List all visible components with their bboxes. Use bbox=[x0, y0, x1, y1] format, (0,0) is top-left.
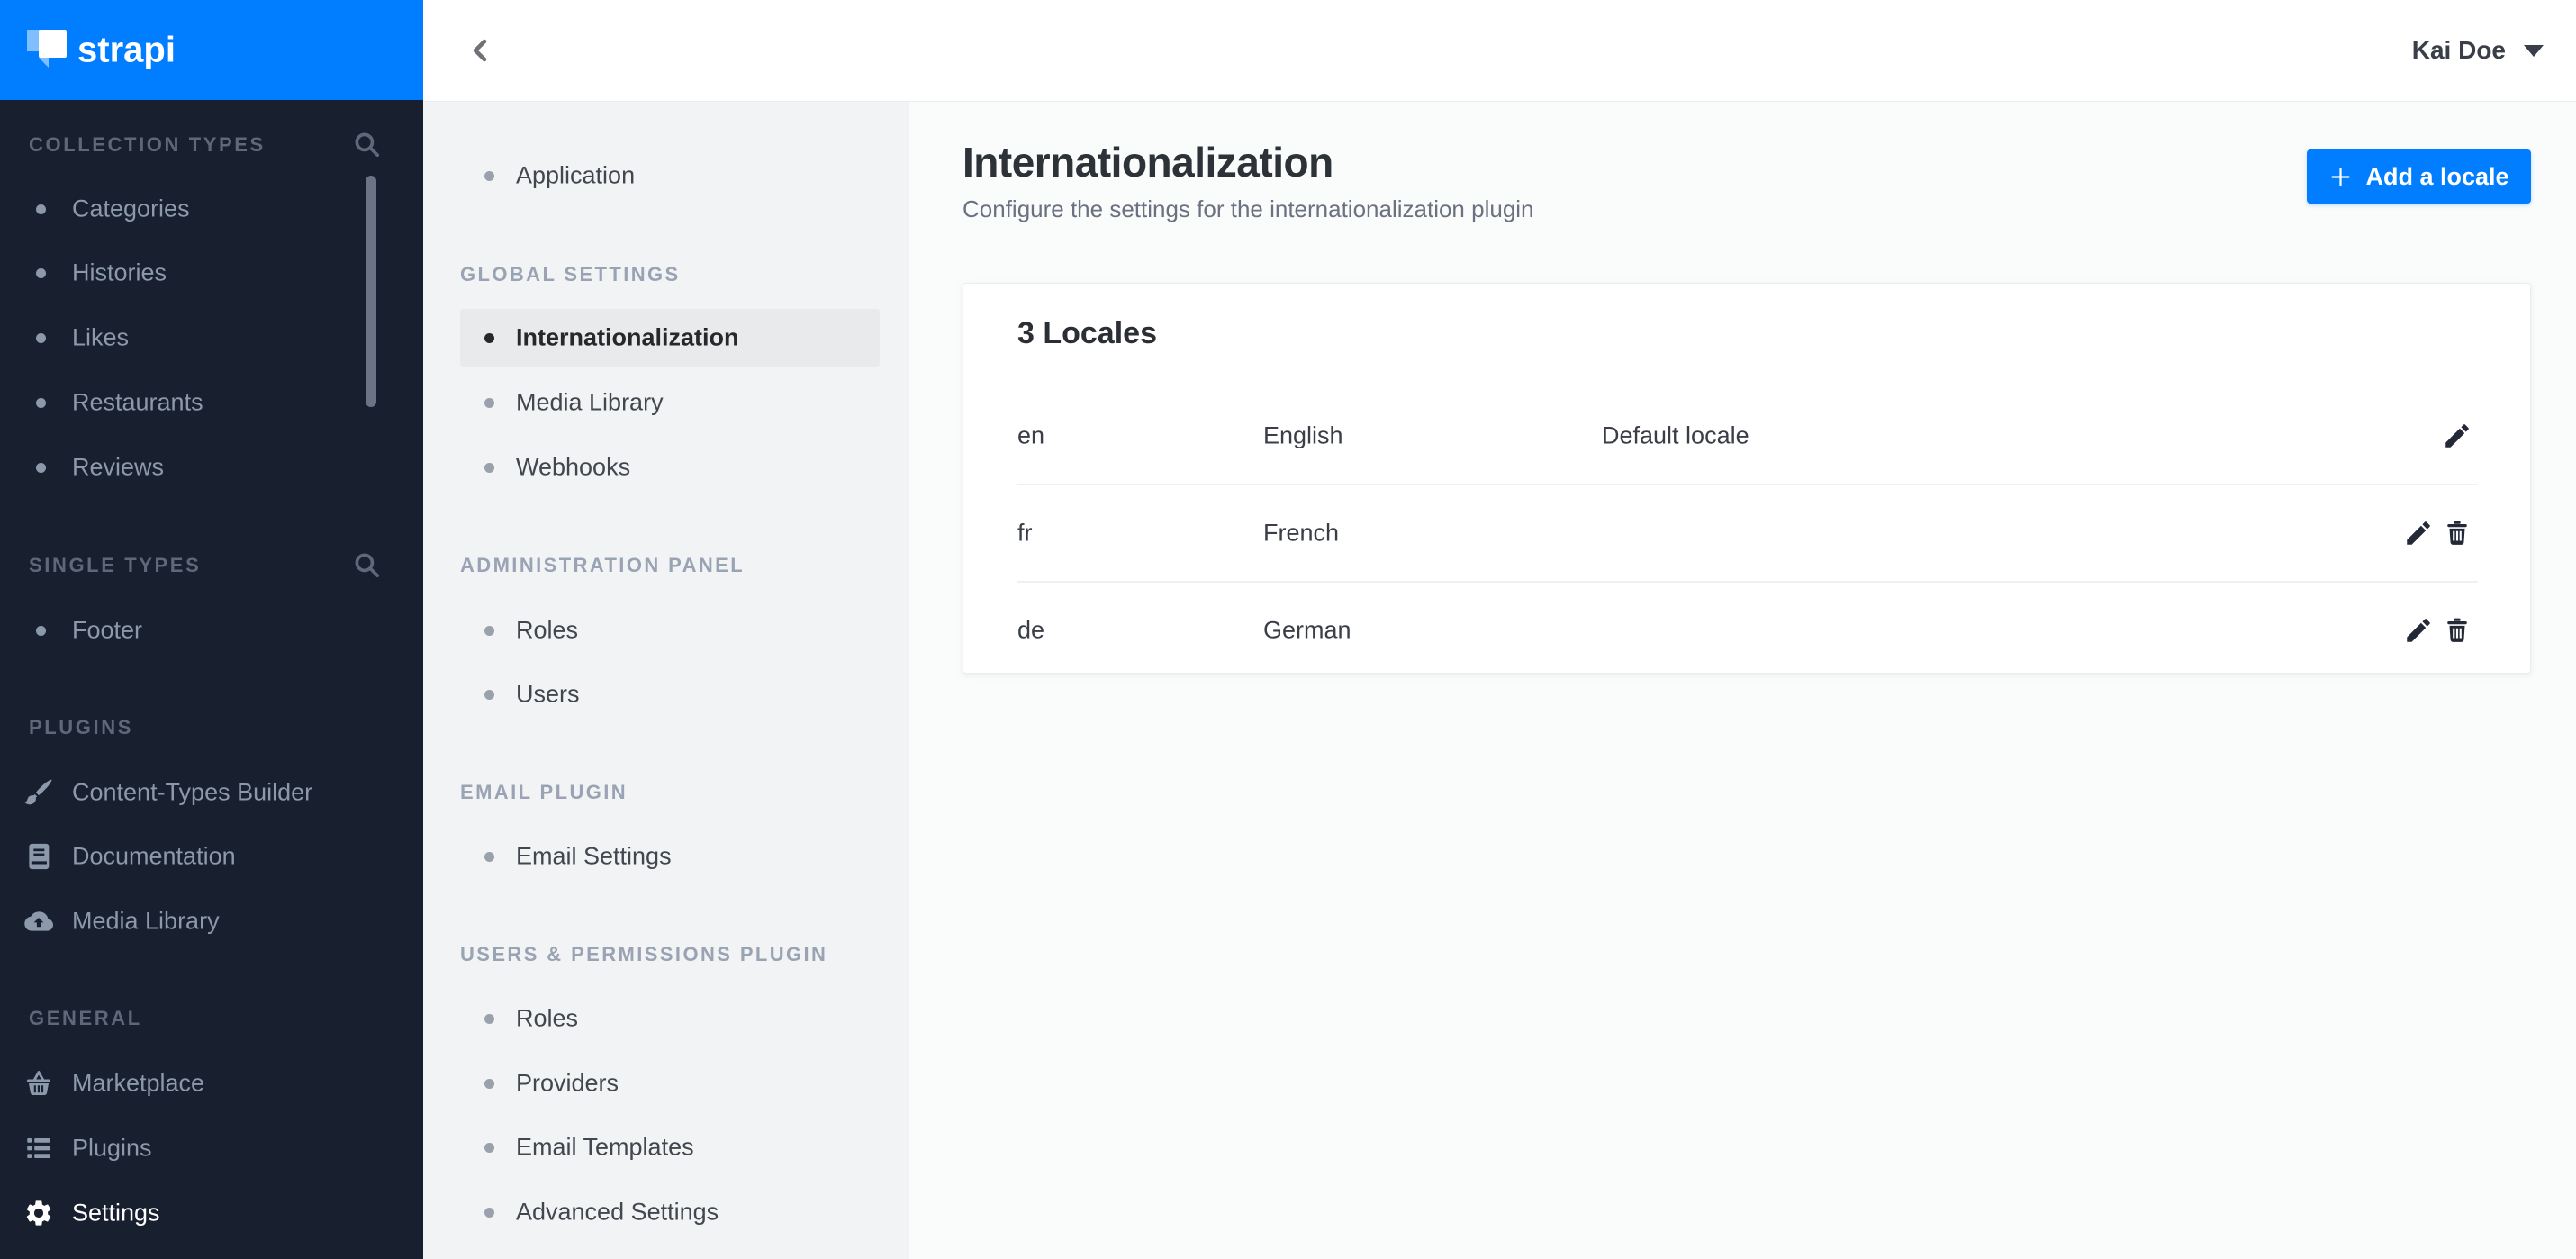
settings-nav-email-templates[interactable]: Email Templates bbox=[423, 1128, 909, 1167]
locales-card-title: 3 Locales bbox=[1017, 316, 1157, 350]
strapi-admin-window: strapi COLLECTION TYPES Categories Histo… bbox=[0, 0, 2576, 1259]
sidebar-item-content-types-builder[interactable]: Content-Types Builder bbox=[0, 773, 423, 812]
caret-down-icon bbox=[2524, 44, 2544, 57]
bullet-dot bbox=[484, 689, 494, 700]
bullet-dot bbox=[484, 170, 494, 181]
settings-group-users-permissions-plugin: USERS & PERMISSIONS PLUGIN bbox=[460, 943, 828, 965]
strapi-logo[interactable]: strapi bbox=[0, 0, 423, 100]
section-header-general: GENERAL bbox=[29, 1007, 142, 1029]
list-icon bbox=[23, 1133, 54, 1164]
bullet-dot bbox=[484, 1142, 494, 1153]
settings-group-email-plugin: EMAIL PLUGIN bbox=[460, 781, 628, 803]
locale-code: de bbox=[1017, 616, 1045, 644]
bullet-dot bbox=[36, 462, 46, 473]
settings-nav-webhooks[interactable]: Webhooks bbox=[423, 448, 909, 487]
locale-name: English bbox=[1263, 421, 1343, 449]
row-divider bbox=[1017, 581, 2478, 583]
sidebar-scrollbar[interactable] bbox=[366, 176, 376, 407]
main-content: Internationalization Configure the setti… bbox=[909, 102, 2576, 1259]
sidebar-item-reviews[interactable]: Reviews bbox=[0, 448, 423, 487]
locale-name: French bbox=[1263, 519, 1340, 547]
settings-nav-email-settings[interactable]: Email Settings bbox=[423, 837, 909, 876]
bullet-dot bbox=[484, 332, 494, 343]
sidebar-item-plugins[interactable]: Plugins bbox=[0, 1128, 423, 1168]
bullet-dot bbox=[484, 1207, 494, 1218]
locale-row-de: de German bbox=[963, 611, 2532, 650]
page-title: Internationalization bbox=[963, 139, 1333, 186]
user-menu[interactable]: Kai Doe bbox=[2412, 0, 2544, 101]
settings-nav-admin-roles[interactable]: Roles bbox=[423, 611, 909, 650]
locale-row-en: en English Default locale bbox=[963, 416, 2532, 456]
sidebar-item-marketplace[interactable]: Marketplace bbox=[0, 1064, 423, 1103]
bullet-dot bbox=[484, 851, 494, 862]
settings-group-administration-panel: ADMINISTRATION PANEL bbox=[460, 554, 746, 576]
bullet-dot bbox=[36, 332, 46, 343]
settings-nav-providers[interactable]: Providers bbox=[423, 1064, 909, 1103]
strapi-logo-icon bbox=[27, 30, 67, 68]
user-name: Kai Doe bbox=[2411, 36, 2506, 64]
settings-nav-panel: Application GLOBAL SETTINGS Internationa… bbox=[423, 102, 909, 1259]
sidebar-item-categories[interactable]: Categories bbox=[0, 189, 423, 229]
bullet-dot bbox=[36, 397, 46, 408]
sidebar-item-media-library[interactable]: Media Library bbox=[0, 901, 423, 941]
gear-icon bbox=[23, 1198, 54, 1228]
bullet-dot bbox=[36, 625, 46, 636]
book-icon bbox=[23, 841, 54, 872]
add-locale-button[interactable]: Add a locale bbox=[2307, 149, 2531, 204]
edit-icon[interactable] bbox=[2442, 421, 2472, 451]
cloud-upload-icon bbox=[23, 906, 54, 937]
basket-icon bbox=[23, 1068, 54, 1099]
bullet-dot bbox=[484, 397, 494, 408]
settings-nav-up-roles[interactable]: Roles bbox=[423, 999, 909, 1038]
section-header-collection-types: COLLECTION TYPES bbox=[29, 133, 266, 156]
locale-code: en bbox=[1017, 421, 1045, 449]
page-subtitle: Configure the settings for the internati… bbox=[963, 195, 1534, 222]
plus-icon bbox=[2328, 165, 2353, 189]
settings-group-global-settings: GLOBAL SETTINGS bbox=[460, 263, 681, 285]
chevron-left-icon bbox=[466, 36, 495, 65]
search-icon[interactable] bbox=[351, 549, 382, 580]
sidebar-item-documentation[interactable]: Documentation bbox=[0, 837, 423, 876]
settings-nav-application[interactable]: Application bbox=[423, 156, 909, 195]
bullet-dot bbox=[36, 204, 46, 214]
default-locale-badge: Default locale bbox=[1602, 421, 1749, 449]
locale-code: fr bbox=[1017, 519, 1033, 547]
bullet-dot bbox=[484, 1078, 494, 1089]
sidebar-item-likes[interactable]: Likes bbox=[0, 318, 423, 358]
section-header-single-types: SINGLE TYPES bbox=[29, 554, 202, 576]
settings-nav-admin-users[interactable]: Users bbox=[423, 675, 909, 714]
back-button[interactable] bbox=[423, 0, 538, 101]
strapi-wordmark: strapi bbox=[77, 30, 176, 69]
paintbrush-icon bbox=[23, 777, 54, 808]
topbar: Kai Doe bbox=[423, 0, 2576, 102]
bullet-dot bbox=[484, 625, 494, 636]
sidebar-item-histories[interactable]: Histories bbox=[0, 253, 423, 293]
settings-nav-media-library[interactable]: Media Library bbox=[423, 383, 909, 422]
bullet-dot bbox=[36, 267, 46, 278]
locales-card: 3 Locales en English Default locale fr F… bbox=[963, 283, 2531, 674]
sidebar-item-restaurants[interactable]: Restaurants bbox=[0, 383, 423, 422]
sidebar-item-settings[interactable]: Settings bbox=[0, 1193, 423, 1233]
search-icon[interactable] bbox=[351, 129, 382, 159]
settings-nav-internationalization[interactable]: Internationalization bbox=[423, 318, 909, 358]
locale-name: German bbox=[1263, 616, 1351, 644]
edit-icon[interactable] bbox=[2403, 518, 2434, 548]
main-sidebar: strapi COLLECTION TYPES Categories Histo… bbox=[0, 0, 423, 1259]
delete-icon[interactable] bbox=[2442, 518, 2472, 548]
section-header-plugins: PLUGINS bbox=[29, 716, 133, 738]
settings-nav-advanced-settings[interactable]: Advanced Settings bbox=[423, 1192, 909, 1232]
sidebar-item-footer[interactable]: Footer bbox=[0, 611, 423, 650]
delete-icon[interactable] bbox=[2442, 615, 2472, 646]
locale-row-fr: fr French bbox=[963, 513, 2532, 553]
bullet-dot bbox=[484, 462, 494, 473]
row-divider bbox=[1017, 484, 2478, 485]
bullet-dot bbox=[484, 1013, 494, 1024]
edit-icon[interactable] bbox=[2403, 615, 2434, 646]
